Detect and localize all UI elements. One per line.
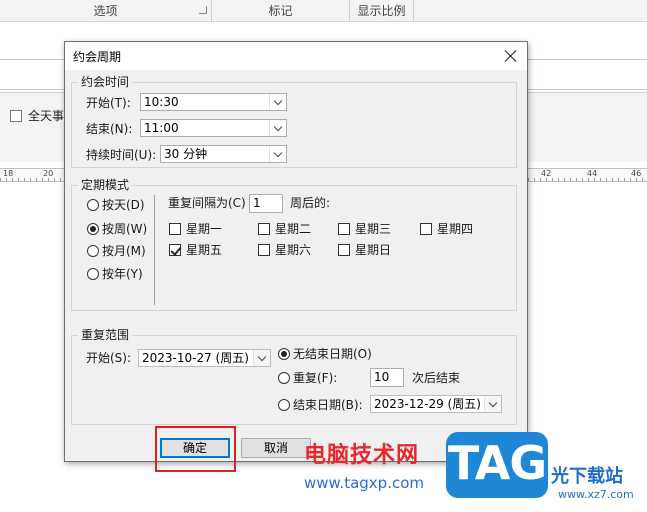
ribbon-group-tags-label: 标记 bbox=[268, 4, 293, 18]
no-end-date-radio[interactable]: 无结束日期(O) bbox=[278, 346, 388, 362]
ruler-number: 18 bbox=[2, 169, 15, 178]
day-checkbox-wed[interactable]: 星期三 bbox=[338, 221, 408, 237]
checkbox-box[interactable] bbox=[338, 223, 350, 235]
chevron-down-icon[interactable] bbox=[253, 350, 270, 366]
pattern-weekly-label: 按周(W) bbox=[102, 222, 148, 236]
day-label-thu: 星期四 bbox=[437, 222, 474, 236]
day-checkbox-sun[interactable]: 星期日 bbox=[338, 242, 408, 258]
checkbox-box[interactable] bbox=[258, 244, 270, 256]
recur-every-label: 重复间隔为(C) bbox=[168, 196, 246, 210]
ribbon-group-zoom-label: 显示比例 bbox=[357, 4, 406, 18]
watermark-site-name: 电脑技术网 bbox=[304, 443, 420, 468]
duration-combo[interactable]: 30 分钟 bbox=[160, 145, 287, 163]
ribbon-group-zoom[interactable]: 显示比例 bbox=[350, 0, 414, 22]
start-time-label: 开始(T): bbox=[86, 96, 131, 110]
start-time-combo[interactable]: 10:30 bbox=[140, 93, 287, 111]
cancel-button[interactable]: 取消 bbox=[241, 438, 311, 458]
watermark-side-name: 光下载站 bbox=[551, 466, 623, 487]
day-checkbox-fri[interactable]: 星期五 bbox=[169, 242, 239, 258]
radio-dot-selected[interactable] bbox=[278, 348, 290, 360]
day-label-sun: 星期日 bbox=[355, 243, 392, 257]
watermark-logo: TAG bbox=[446, 432, 548, 498]
radio-dot[interactable] bbox=[278, 399, 290, 411]
recurrence-range-group-label: 重复范围 bbox=[78, 327, 133, 343]
ribbon-group-options[interactable]: 选项 bbox=[0, 0, 212, 22]
end-by-date-combo[interactable]: 2023-12-29 (周五) bbox=[370, 395, 502, 413]
recurrence-dialog: 约会周期 约会时间 开始(T): 10:30 结束(N): 11:00 持续时间… bbox=[64, 41, 528, 462]
ribbon-group-options-label: 选项 bbox=[93, 4, 118, 18]
watermark-side-url: www.xz7.com bbox=[558, 488, 634, 501]
watermark-site-url: www.tagxp.com bbox=[304, 474, 424, 492]
ruler-number: 46 bbox=[630, 169, 643, 178]
pattern-monthly-label: 按月(M) bbox=[102, 244, 146, 258]
dialog-titlebar[interactable]: 约会周期 bbox=[65, 42, 527, 70]
duration-label: 持续时间(U): bbox=[86, 148, 157, 162]
close-icon[interactable] bbox=[501, 46, 521, 66]
duration-value: 30 分钟 bbox=[164, 147, 208, 161]
pattern-weekly-radio[interactable]: 按周(W) bbox=[87, 221, 157, 237]
occurrences-suffix: 次后结束 bbox=[412, 371, 461, 385]
range-start-value: 2023-10-27 (周五) bbox=[142, 351, 249, 365]
day-label-fri: 星期五 bbox=[186, 243, 223, 257]
chevron-down-icon[interactable] bbox=[269, 120, 286, 136]
day-checkbox-sat[interactable]: 星期六 bbox=[258, 242, 328, 258]
no-end-date-label: 无结束日期(O) bbox=[293, 347, 372, 361]
pattern-monthly-radio[interactable]: 按月(M) bbox=[87, 243, 157, 259]
ruler-number: 20 bbox=[42, 169, 55, 178]
checkbox-box[interactable] bbox=[258, 223, 270, 235]
day-checkbox-thu[interactable]: 星期四 bbox=[420, 221, 490, 237]
dialog-launcher-icon[interactable] bbox=[199, 6, 207, 14]
end-by-radio[interactable]: 结束日期(B): bbox=[278, 397, 368, 413]
appointment-time-group-label: 约会时间 bbox=[78, 74, 133, 90]
radio-dot[interactable] bbox=[87, 268, 99, 280]
chevron-down-icon[interactable] bbox=[269, 94, 286, 110]
ruler-number: 42 bbox=[540, 169, 553, 178]
start-time-value: 10:30 bbox=[144, 95, 179, 109]
pattern-divider bbox=[154, 195, 155, 305]
radio-dot-selected[interactable] bbox=[87, 223, 99, 235]
end-by-date-value: 2023-12-29 (周五) bbox=[374, 397, 481, 411]
range-start-label: 开始(S): bbox=[86, 351, 132, 365]
pattern-yearly-label: 按年(Y) bbox=[102, 267, 143, 281]
day-label-mon: 星期一 bbox=[186, 222, 223, 236]
highlight-annotation bbox=[155, 426, 236, 472]
chevron-down-icon[interactable] bbox=[269, 146, 286, 162]
day-checkbox-mon[interactable]: 星期一 bbox=[169, 221, 239, 237]
checkbox-box[interactable] bbox=[420, 223, 432, 235]
dialog-title: 约会周期 bbox=[73, 50, 122, 64]
ribbon-bar: 选项 标记 显示比例 bbox=[0, 0, 647, 22]
ribbon-group-tags[interactable]: 标记 bbox=[212, 0, 350, 22]
day-label-tue: 星期二 bbox=[275, 222, 312, 236]
day-label-sat: 星期六 bbox=[275, 243, 312, 257]
pattern-daily-radio[interactable]: 按天(D) bbox=[87, 197, 157, 213]
recur-interval-input[interactable]: 1 bbox=[249, 194, 283, 213]
end-time-combo[interactable]: 11:00 bbox=[140, 119, 287, 137]
all-day-checkbox-box[interactable] bbox=[10, 110, 22, 122]
checkbox-box[interactable] bbox=[169, 223, 181, 235]
recur-weeks-suffix: 周后的: bbox=[290, 196, 331, 210]
end-time-label: 结束(N): bbox=[86, 122, 133, 136]
end-time-value: 11:00 bbox=[144, 121, 179, 135]
radio-dot[interactable] bbox=[87, 245, 99, 257]
end-by-label: 结束日期(B): bbox=[293, 398, 363, 412]
pattern-yearly-radio[interactable]: 按年(Y) bbox=[87, 266, 157, 282]
ruler-number: 44 bbox=[586, 169, 599, 178]
checkbox-box[interactable] bbox=[338, 244, 350, 256]
occurrences-input[interactable]: 10 bbox=[370, 368, 404, 387]
day-label-wed: 星期三 bbox=[355, 222, 392, 236]
day-checkbox-tue[interactable]: 星期二 bbox=[258, 221, 328, 237]
recurrence-pattern-group-label: 定期模式 bbox=[78, 177, 133, 193]
watermark-logo-text: TAG bbox=[447, 436, 547, 490]
end-after-label: 重复(F): bbox=[293, 371, 338, 385]
pattern-daily-label: 按天(D) bbox=[102, 198, 145, 212]
range-start-combo[interactable]: 2023-10-27 (周五) bbox=[138, 349, 271, 367]
end-after-radio[interactable]: 重复(F): bbox=[278, 370, 358, 386]
radio-dot[interactable] bbox=[87, 199, 99, 211]
chevron-down-icon[interactable] bbox=[484, 396, 501, 412]
checkbox-box-checked[interactable] bbox=[169, 244, 181, 256]
radio-dot[interactable] bbox=[278, 372, 290, 384]
